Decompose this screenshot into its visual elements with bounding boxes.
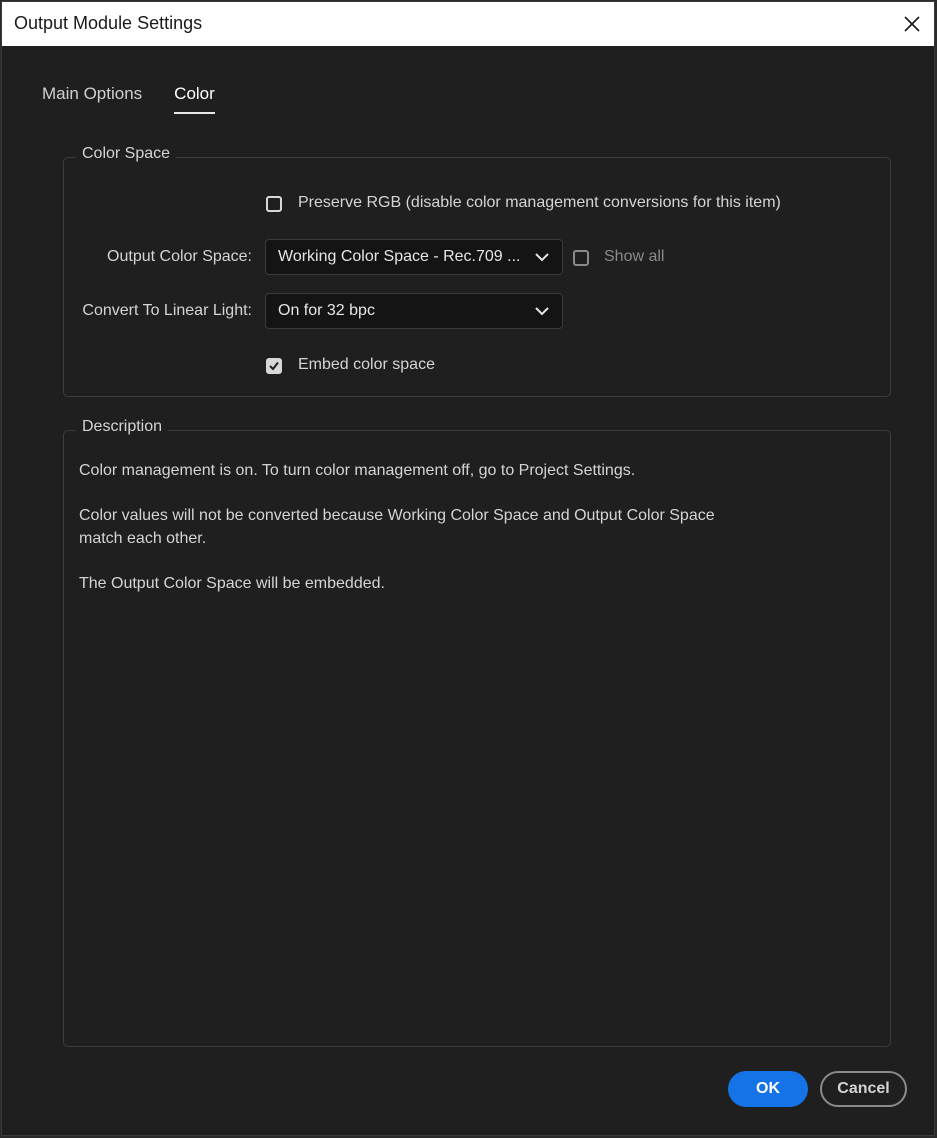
convert-linear-dropdown[interactable]: On for 32 bpc <box>265 293 563 329</box>
output-module-settings-dialog: Output Module Settings Main Options Colo… <box>1 1 935 1136</box>
description-group: Description Color management is on. To t… <box>63 418 891 1047</box>
tab-main-options[interactable]: Main Options <box>42 84 142 114</box>
convert-linear-label: Convert To Linear Light: <box>82 302 252 319</box>
convert-linear-value: On for 32 bpc <box>278 302 375 319</box>
output-color-space-value: Working Color Space - Rec.709 ... <box>278 248 521 265</box>
title-bar: Output Module Settings <box>2 2 934 46</box>
embed-color-space-checkbox[interactable] <box>266 358 282 374</box>
check-icon <box>269 361 279 371</box>
chevron-down-icon <box>535 253 549 262</box>
description-group-label: Description <box>76 418 169 436</box>
embed-color-space-label: Embed color space <box>298 356 435 373</box>
description-line: Color management is on. To turn color ma… <box>79 462 636 479</box>
tab-bar: Main Options Color <box>42 84 215 114</box>
color-space-group: Color Space Preserve RGB (disable color … <box>63 145 891 397</box>
show-all-checkbox[interactable] <box>573 250 589 266</box>
close-icon <box>904 16 920 32</box>
chevron-down-icon <box>535 307 549 316</box>
preserve-rgb-label: Preserve RGB (disable color management c… <box>298 194 781 211</box>
ok-button[interactable]: OK <box>728 1071 808 1107</box>
dialog-title: Output Module Settings <box>14 13 203 33</box>
tab-color[interactable]: Color <box>174 84 215 114</box>
output-color-space-label: Output Color Space: <box>107 248 252 265</box>
output-color-space-dropdown[interactable]: Working Color Space - Rec.709 ... <box>265 239 563 275</box>
cancel-button[interactable]: Cancel <box>820 1071 907 1107</box>
color-space-group-label: Color Space <box>76 145 177 163</box>
show-all-label: Show all <box>604 248 665 265</box>
description-line: Color values will not be converted becau… <box>79 507 715 547</box>
preserve-rgb-checkbox[interactable] <box>266 196 282 212</box>
close-button[interactable] <box>896 8 928 40</box>
description-line: The Output Color Space will be embedded. <box>79 575 385 592</box>
